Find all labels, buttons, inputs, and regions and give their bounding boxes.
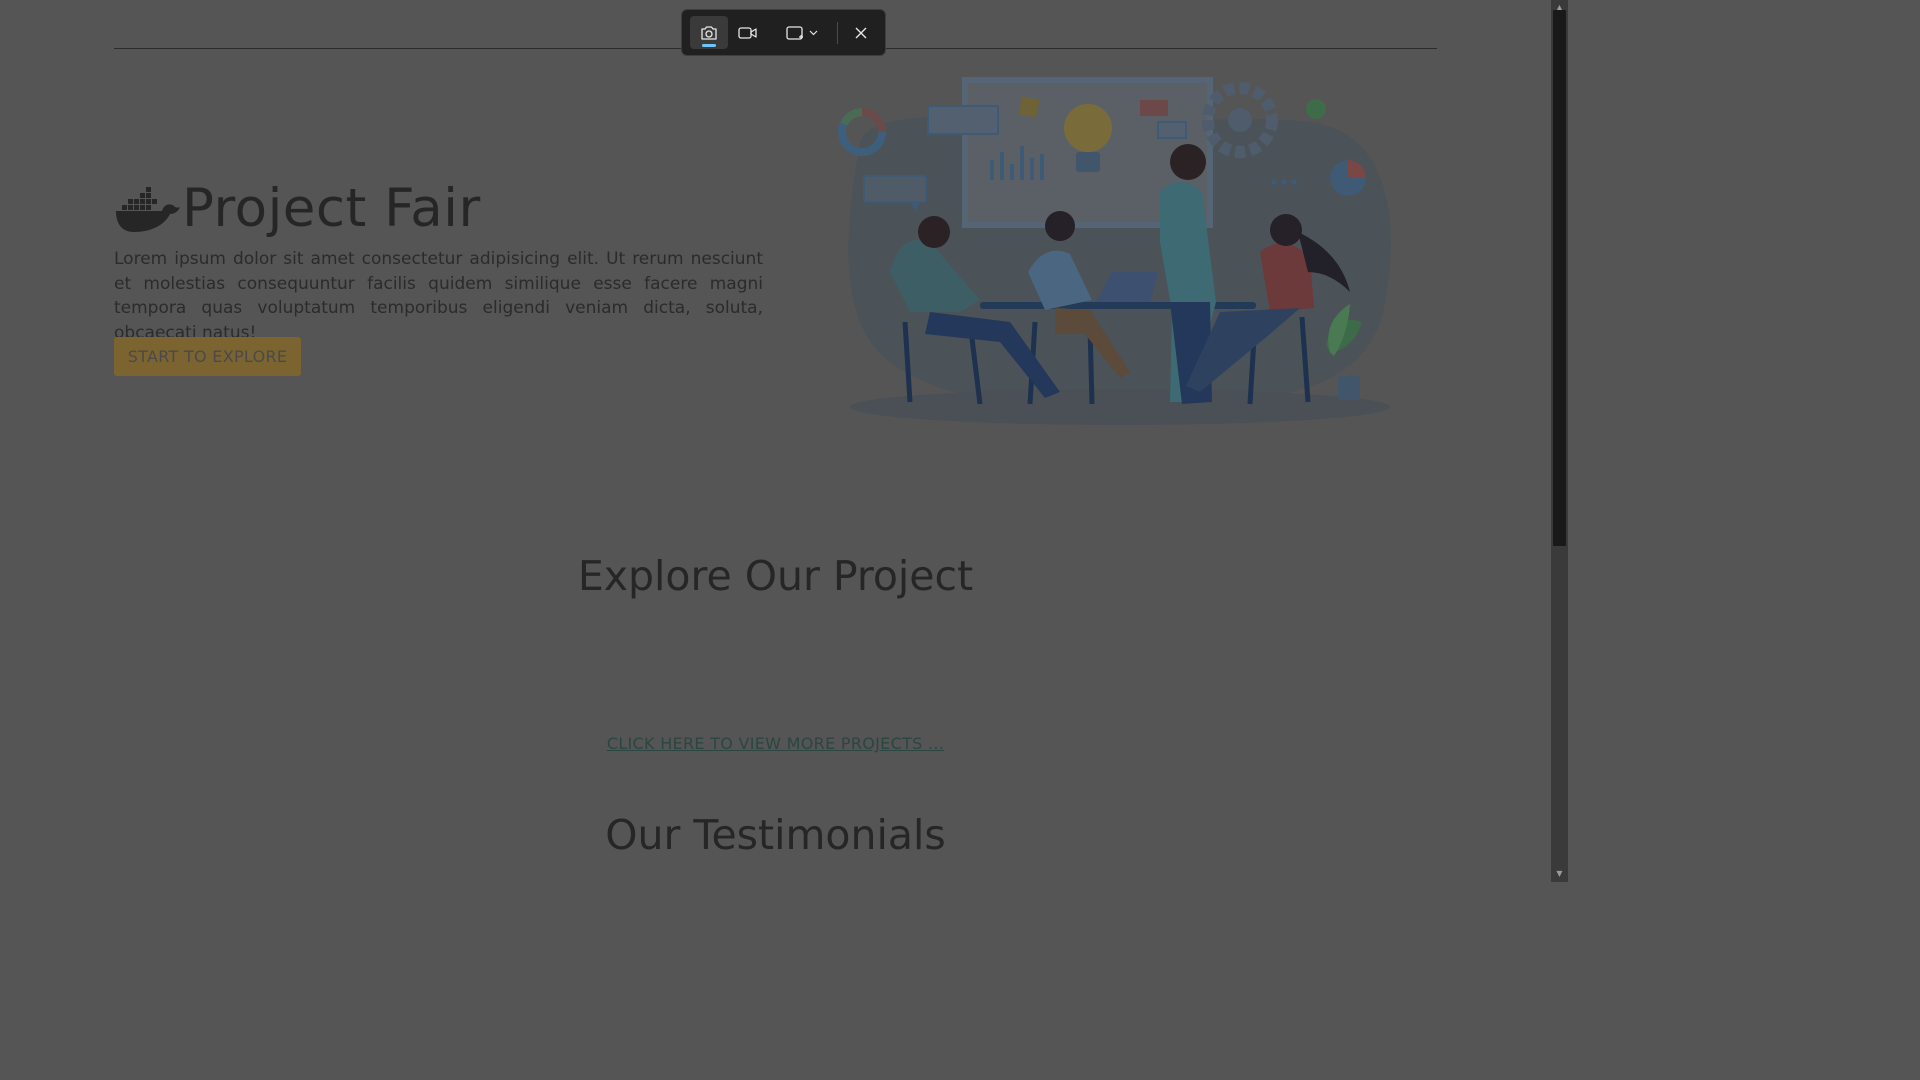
docker-whale-icon bbox=[116, 186, 180, 232]
explore-section-title: Explore Our Project bbox=[577, 552, 974, 600]
start-to-explore-button[interactable]: START TO EXPLORE bbox=[114, 337, 301, 376]
close-toolbar-button[interactable] bbox=[844, 16, 878, 49]
close-icon bbox=[855, 27, 867, 38]
scroll-down-arrow-icon[interactable]: ▼ bbox=[1551, 866, 1568, 882]
video-mode-button[interactable] bbox=[730, 16, 766, 49]
screenshot-mode-button[interactable] bbox=[690, 16, 728, 49]
view-more-projects-link[interactable]: CLICK HERE TO VIEW MORE PROJECTS ... bbox=[0, 734, 1551, 753]
camera-icon bbox=[701, 25, 717, 40]
video-icon bbox=[738, 26, 757, 39]
toolbar-separator bbox=[837, 22, 838, 44]
team-meeting-illustration bbox=[838, 77, 1391, 425]
webpage: Project Fair Lorem ipsum dolor sit amet … bbox=[0, 0, 1551, 882]
snip-shape-dropdown[interactable] bbox=[778, 16, 828, 49]
hero-heading: Project Fair bbox=[114, 178, 481, 239]
snipping-toolbar bbox=[681, 9, 886, 56]
rectangle-mode-icon bbox=[786, 25, 818, 40]
scrollbar-thumb[interactable] bbox=[1553, 10, 1566, 546]
hero-description: Lorem ipsum dolor sit amet consectetur a… bbox=[114, 249, 763, 343]
active-mode-indicator bbox=[702, 44, 716, 47]
testimonials-section-title: Our Testimonials bbox=[605, 811, 946, 859]
vertical-scrollbar[interactable]: ▲ ▼ bbox=[1551, 0, 1568, 882]
hero-title: Project Fair bbox=[182, 178, 481, 239]
